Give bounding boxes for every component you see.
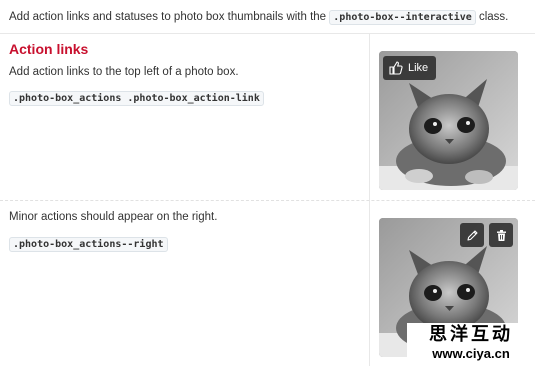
intro-text: Add action links and statuses to photo b… bbox=[9, 9, 508, 26]
thumbs-up-icon bbox=[389, 61, 403, 75]
section1-code-line: .photo-box_actions .photo-box_action-lin… bbox=[9, 88, 264, 106]
section2-code: .photo-box_actions--right bbox=[9, 237, 168, 252]
styleguide-page: Add action links and statuses to photo b… bbox=[0, 0, 535, 366]
edit-button[interactable] bbox=[460, 223, 484, 247]
intro-text-after: class. bbox=[475, 11, 509, 23]
top-divider bbox=[0, 33, 535, 34]
watermark: 思洋互动 www.ciya.cn bbox=[407, 323, 535, 366]
photo-box-action-links: Like bbox=[379, 51, 518, 190]
delete-button[interactable] bbox=[489, 223, 513, 247]
section-divider bbox=[0, 200, 535, 201]
watermark-chinese: 思洋互动 bbox=[429, 324, 513, 345]
section1-description: Add action links to the top left of a ph… bbox=[9, 66, 239, 78]
like-button[interactable]: Like bbox=[383, 56, 437, 80]
section-title-action-links: Action links bbox=[9, 41, 89, 57]
like-label: Like bbox=[408, 62, 429, 74]
watermark-url: www.ciya.cn bbox=[432, 346, 510, 361]
trash-icon bbox=[496, 229, 506, 241]
section2-description: Minor actions should appear on the right… bbox=[9, 211, 218, 223]
pencil-icon bbox=[466, 229, 478, 241]
section1-code: .photo-box_actions .photo-box_action-lin… bbox=[9, 91, 264, 106]
intro-code: .photo-box--interactive bbox=[329, 10, 476, 25]
section2-code-line: .photo-box_actions--right bbox=[9, 234, 168, 252]
intro-text-before: Add action links and statuses to photo b… bbox=[9, 11, 330, 23]
